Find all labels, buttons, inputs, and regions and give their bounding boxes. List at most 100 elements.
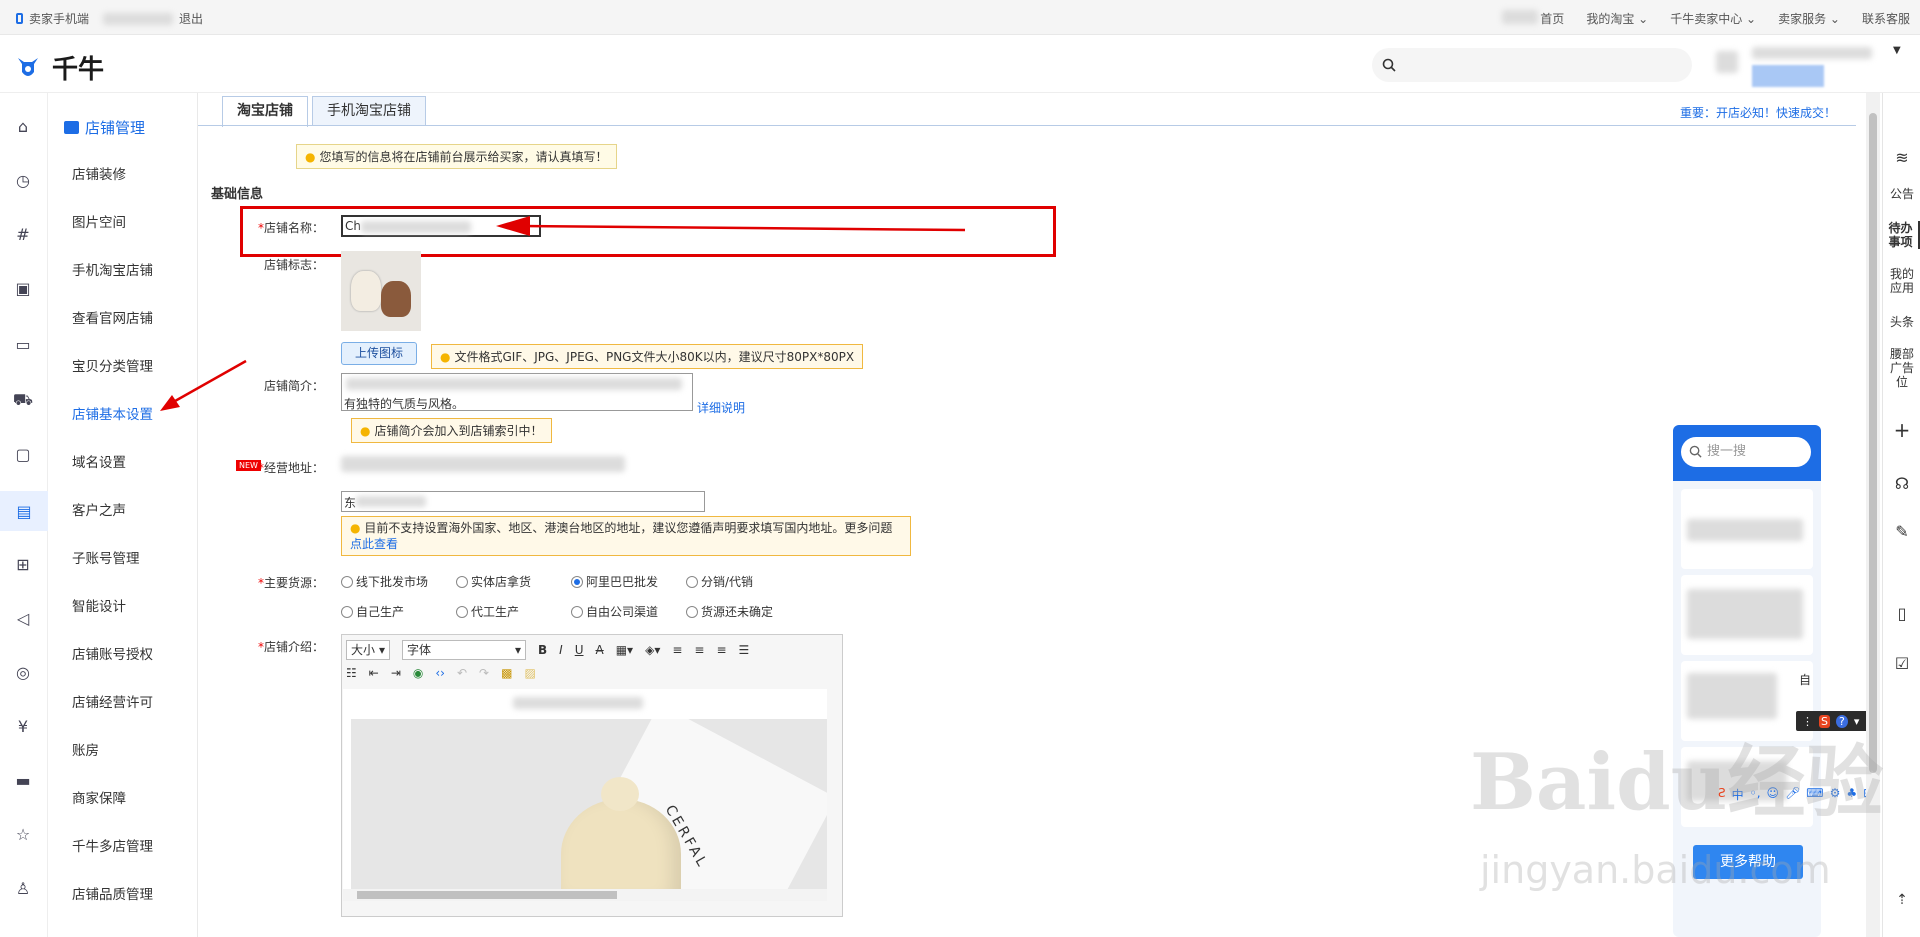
rich-text-editor[interactable]: 大小 ▾ 字体 ▾ B I U A ▦▾ ◈▾ ≡ ≡ ≡ ☰ ☷ ⇤ ⇥ ◉ ‹›… (341, 634, 843, 917)
yen-icon[interactable]: ¥ (12, 715, 34, 737)
store-intro-textarea[interactable]: 有独特的气质与风格。 (341, 373, 693, 411)
megaphone-icon[interactable]: ◁ (12, 607, 34, 629)
star-icon[interactable]: ☆ (12, 823, 34, 845)
help-card[interactable] (1681, 575, 1813, 655)
chevron-down-icon[interactable]: ▼ (1893, 45, 1901, 56)
top-link-my-taobao[interactable]: 我的淘宝 ⌄ (1586, 10, 1648, 27)
bold-icon[interactable]: B (538, 643, 547, 657)
outdent-icon[interactable]: ⇤ (369, 666, 379, 680)
undo-icon[interactable]: ↶ (457, 666, 467, 680)
global-search-input[interactable] (1372, 48, 1692, 82)
source-code-icon[interactable]: ‹› (435, 666, 445, 680)
sidebar-item-basic-settings[interactable]: 店铺基本设置 (72, 403, 153, 423)
align-right-icon[interactable]: ≡ (716, 643, 726, 657)
sidebar-item-multi-store[interactable]: 千牛多店管理 (72, 835, 153, 855)
source-radio-offline-market[interactable]: 线下批发市场 (341, 573, 428, 590)
apps-icon[interactable]: ⊞ (12, 553, 34, 575)
card-icon[interactable]: ▬ (12, 769, 34, 791)
source-radio-own-channel[interactable]: 自由公司渠道 (571, 603, 658, 620)
rail-headlines[interactable]: 头条 (1883, 315, 1920, 329)
link-icon[interactable]: ◉ (413, 666, 423, 680)
sidebar-item-customer-voice[interactable]: 客户之声 (72, 499, 126, 519)
strikethrough-icon[interactable]: A (596, 643, 604, 657)
phone-icon[interactable]: ▯ (1883, 606, 1920, 622)
text-color-icon[interactable]: ▦▾ (616, 643, 633, 657)
headset-icon[interactable]: ☊ (1883, 476, 1920, 492)
chat-icon[interactable]: ▭ (12, 333, 34, 355)
address-hint-link[interactable]: 点此查看 (350, 537, 398, 551)
source-radio-undecided[interactable]: 货源还未确定 (686, 603, 773, 620)
plus-icon[interactable]: + (1883, 420, 1920, 440)
source-radio-self-produce[interactable]: 自己生产 (341, 603, 404, 620)
highlight-icon[interactable]: ◈▾ (645, 643, 660, 657)
upload-logo-button[interactable]: 上传图标 (341, 342, 417, 365)
clear-format-icon[interactable]: ▨ (524, 666, 535, 680)
chart-icon[interactable]: ◎ (12, 661, 34, 683)
sidebar-item-decoration[interactable]: 店铺装修 (72, 163, 126, 183)
sidebar-item-mobile-store[interactable]: 手机淘宝店铺 (72, 259, 153, 279)
rail-ad-slot[interactable]: 腰部广告位 (1883, 347, 1920, 389)
font-size-select[interactable]: 大小 ▾ (346, 640, 390, 660)
product-image-hat-pompom (601, 777, 639, 811)
redo-icon[interactable]: ↷ (479, 666, 489, 680)
list-icon[interactable]: ☰ (739, 643, 750, 657)
sidebar-item-domain[interactable]: 域名设置 (72, 451, 126, 471)
sidebar-item-categories[interactable]: 宝贝分类管理 (72, 355, 153, 375)
rail-my-apps[interactable]: 我的应用 (1883, 267, 1920, 295)
logout-link[interactable]: 退出 (179, 10, 203, 27)
avatar[interactable] (1716, 51, 1738, 73)
indent-icon[interactable]: ⇥ (391, 666, 401, 680)
tab-taobao-store[interactable]: 淘宝店铺 (222, 96, 308, 127)
italic-icon[interactable]: I (559, 643, 563, 657)
editor-scrollbar-horizontal[interactable] (343, 889, 827, 901)
sidebar-item-license[interactable]: 店铺经营许可 (72, 691, 153, 711)
seller-mobile-link[interactable]: 卖家手机端 (29, 10, 89, 27)
scrollbar-thumb[interactable] (357, 891, 617, 899)
editor-content-area[interactable]: CERFAL (343, 689, 827, 889)
intro-details-link[interactable]: 详细说明 (697, 399, 745, 416)
top-link-contact[interactable]: 联系客服 (1862, 10, 1910, 27)
font-family-select[interactable]: 字体 ▾ (402, 640, 526, 660)
back-to-top-icon[interactable]: ⇡ (1883, 893, 1920, 907)
help-search-input[interactable]: 搜一搜 (1681, 437, 1811, 467)
image-icon[interactable]: ▩ (501, 666, 512, 680)
sidebar-item-accounts[interactable]: 账房 (72, 739, 99, 759)
top-link-seller-service[interactable]: 卖家服务 ⌄ (1778, 10, 1840, 27)
rail-todo[interactable]: 待办事项 (1883, 221, 1920, 249)
checklist-icon[interactable]: ☑ (1883, 656, 1920, 672)
source-radio-oem[interactable]: 代工生产 (456, 603, 519, 620)
user-icon[interactable]: ♙ (12, 877, 34, 899)
sidebar-item-image-space[interactable]: 图片空间 (72, 211, 126, 231)
top-link-seller-center[interactable]: 千牛卖家中心 ⌄ (1670, 10, 1756, 27)
source-radio-alibaba[interactable]: 阿里巴巴批发 (571, 573, 658, 590)
sidebar-item-smart-design[interactable]: 智能设计 (72, 595, 126, 615)
source-radio-distribution[interactable]: 分销/代销 (686, 573, 753, 590)
calendar-icon[interactable]: ▣ (12, 277, 34, 299)
edit-icon[interactable]: ✎ (1883, 524, 1920, 540)
box-icon[interactable]: ▢ (12, 443, 34, 465)
address-detail-input[interactable]: 东 (341, 491, 705, 512)
ordered-list-icon[interactable]: ☷ (346, 666, 357, 680)
qianniu-logo[interactable]: 千牛 (14, 49, 104, 86)
top-link-home[interactable]: 首页 (1540, 10, 1564, 27)
important-notice-link[interactable]: 重要：开店必知！快速成交！ (1680, 104, 1836, 121)
store-icon[interactable]: ▤ (0, 491, 48, 531)
help-card[interactable] (1681, 489, 1813, 569)
sidebar-item-quality[interactable]: 店铺品质管理 (72, 883, 153, 903)
align-center-icon[interactable]: ≡ (694, 643, 704, 657)
layers-icon[interactable]: ≋ (1883, 150, 1920, 166)
source-radio-store-pickup[interactable]: 实体店拿货 (456, 573, 531, 590)
tab-mobile-store[interactable]: 手机淘宝店铺 (312, 96, 426, 125)
underline-icon[interactable]: U (575, 643, 584, 657)
sidebar-item-subaccounts[interactable]: 子账号管理 (72, 547, 140, 567)
sidebar-item-account-auth[interactable]: 店铺账号授权 (72, 643, 153, 663)
truck-icon[interactable]: ⛟ (12, 389, 34, 411)
align-left-icon[interactable]: ≡ (672, 643, 682, 657)
scrollbar-thumb[interactable] (1869, 113, 1877, 773)
clock-icon[interactable]: ◷ (12, 169, 34, 191)
home-icon[interactable]: ⌂ (12, 115, 34, 137)
rail-announcement[interactable]: 公告 (1883, 187, 1920, 201)
sidebar-item-guarantee[interactable]: 商家保障 (72, 787, 126, 807)
hash-icon[interactable]: # (12, 223, 34, 245)
sidebar-item-view-store[interactable]: 查看官网店铺 (72, 307, 153, 327)
